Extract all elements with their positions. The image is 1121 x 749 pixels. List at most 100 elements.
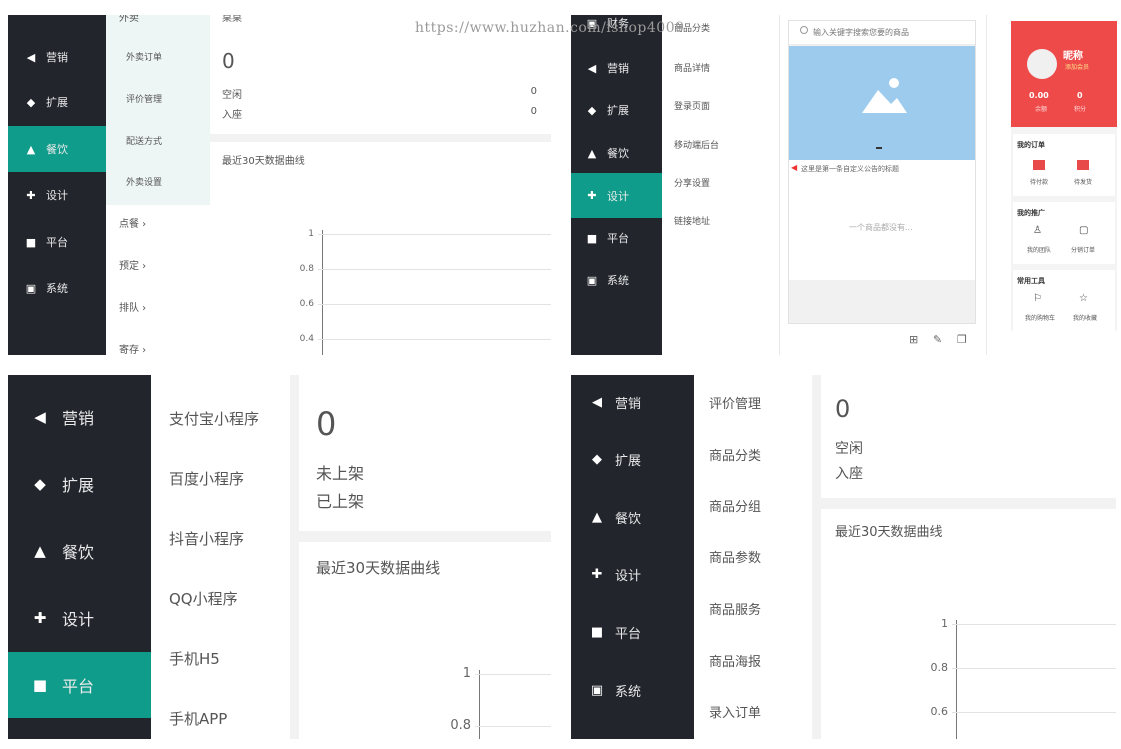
submenu-item-goods-group[interactable]: 商品分组	[709, 496, 761, 515]
profile-card: 昵称 添加会员 0.00 余额 0 积分 我的订单 待付款 待发货 我的推广 ♙…	[1011, 21, 1117, 331]
y-tick-label: 0.6	[930, 705, 949, 719]
nav-system[interactable]: ▣ 系统	[571, 675, 694, 705]
panel-phone-preview: 输入关键字搜索您要的商品 ◀ 这里是第一条自定义公告的标题 一个商品都没有...…	[779, 15, 987, 355]
grid-icon: ■	[32, 676, 48, 694]
nav-catering-label: 餐饮	[46, 143, 68, 156]
dish-icon: ▲	[592, 509, 602, 525]
puzzle-icon: ✚	[591, 566, 603, 582]
nav-catering[interactable]: ▲ 餐饮	[571, 139, 662, 167]
submenu-item-goods-poster[interactable]: 商品海报	[709, 651, 761, 670]
nav-catering-label: 餐饮	[607, 147, 629, 160]
submenu-item-link-address[interactable]: 链接地址	[674, 214, 710, 227]
wallet-icon	[1033, 160, 1045, 170]
nav-platform[interactable]: ■ 平台	[571, 224, 662, 252]
submenu-item-alipay-miniapp[interactable]: 支付宝小程序	[169, 408, 259, 429]
nav-system[interactable]: ▣ 系统	[8, 273, 106, 303]
submenu-item-mobile-h5[interactable]: 手机H5	[169, 648, 220, 669]
notice-bar[interactable]: ◀ 这里是第一条自定义公告的标题	[789, 160, 975, 178]
y-axis-line	[956, 620, 957, 739]
submenu-item-takeout-orders[interactable]: 外卖订单	[126, 50, 162, 63]
submenu-item-takeout-settings[interactable]: 外卖设置	[126, 175, 162, 188]
nav-extend[interactable]: ◆ 扩展	[571, 96, 662, 124]
y-tick-label: 1	[941, 617, 948, 631]
nav-extend[interactable]: ◆ 扩展	[8, 87, 106, 117]
submenu-item-reviews[interactable]: 评价管理	[126, 92, 162, 105]
submenu-item-baidu-miniapp[interactable]: 百度小程序	[169, 468, 244, 489]
stat-big-value: 0	[222, 49, 235, 73]
monitor-icon: ▣	[590, 682, 604, 698]
sidebar: ◀ 营销 ◆ 扩展 ▲ 餐饮 ✚ 设计 ■ 平台 ▣ 系统	[8, 15, 106, 355]
nav-marketing[interactable]: ◀ 营销	[571, 387, 694, 417]
submenu-item-enter-order[interactable]: 录入订单	[709, 702, 761, 721]
star-icon: ☆	[1079, 293, 1088, 304]
nav-platform[interactable]: ■ 平台	[8, 652, 151, 718]
sidebar: ◀ 营销 ◆ 扩展 ▲ 餐饮 ✚ 设计 ■ 平台	[8, 375, 151, 739]
nav-marketing[interactable]: ◀ 营销	[8, 399, 151, 435]
submenu-item-goods-service[interactable]: 商品服务	[709, 599, 761, 618]
y-tick-label: 1	[308, 228, 314, 239]
line-chart: 1 0.8 0.6	[821, 509, 1116, 739]
megaphone-icon: ◀	[791, 163, 798, 172]
nav-catering[interactable]: ▲ 餐饮	[571, 502, 694, 532]
search-bar[interactable]: 输入关键字搜索您要的商品	[789, 21, 975, 45]
grid-icon: ■	[590, 624, 604, 640]
gridline	[952, 668, 1116, 669]
submenu-item-delivery[interactable]: 配送方式	[126, 134, 162, 147]
stat-big-value: 0	[316, 405, 337, 443]
nav-design-label: 设计	[46, 189, 68, 202]
submenu-item-product-detail[interactable]: 商品详情	[674, 61, 710, 74]
qrcode-icon[interactable]: ⊞	[909, 333, 918, 346]
nav-system[interactable]: ▣ 系统	[571, 266, 662, 294]
nav-marketing[interactable]: ◀ 营销	[571, 54, 662, 82]
order-pending-ship[interactable]: 待发货	[1074, 177, 1092, 186]
my-orders-title[interactable]: 我的订单	[1017, 140, 1045, 150]
submenu-item-mobile-app[interactable]: 手机APP	[169, 708, 227, 729]
nav-extend[interactable]: ◆ 扩展	[8, 466, 151, 502]
grid-icon: ■	[586, 231, 598, 245]
tool-cart[interactable]: 我的购物车	[1025, 313, 1055, 322]
submenu-group-order[interactable]: 点餐 ›	[119, 215, 146, 230]
nav-platform[interactable]: ■ 平台	[571, 617, 694, 647]
nav-design[interactable]: ✚ 设计	[8, 180, 106, 210]
nav-design[interactable]: ✚ 设计	[571, 173, 662, 218]
tools-title[interactable]: 常用工具	[1017, 276, 1045, 286]
order-pending-pay[interactable]: 待付款	[1030, 177, 1048, 186]
promo-title[interactable]: 我的推广	[1017, 208, 1045, 218]
submenu-item-share-settings[interactable]: 分享设置	[674, 176, 710, 189]
submenu-item-reviews[interactable]: 评价管理	[709, 393, 761, 412]
nav-platform[interactable]: ■ 平台	[8, 227, 106, 257]
avatar[interactable]	[1027, 49, 1057, 79]
nav-design-label: 设计	[615, 568, 642, 584]
nav-extend[interactable]: ◆ 扩展	[571, 444, 694, 474]
edit-icon[interactable]: ✎	[933, 333, 942, 346]
nav-design[interactable]: ✚ 设计	[8, 600, 151, 636]
divider	[779, 15, 780, 355]
copy-icon[interactable]: ❐	[957, 333, 967, 346]
submenu-item-login-page[interactable]: 登录页面	[674, 99, 710, 112]
submenu-group-storage[interactable]: 寄存 ›	[119, 341, 146, 355]
submenu-item-mobile-admin[interactable]: 移动端后台	[674, 138, 719, 151]
promo-team[interactable]: 我的团队	[1027, 245, 1051, 254]
submenu-item-qq-miniapp[interactable]: QQ小程序	[169, 588, 238, 609]
panel-profile-preview: 昵称 添加会员 0.00 余额 0 积分 我的订单 待付款 待发货 我的推广 ♙…	[987, 15, 1121, 355]
submenu-item-goods-params[interactable]: 商品参数	[709, 547, 761, 566]
submenu-group-reserve[interactable]: 预定 ›	[119, 257, 146, 272]
submenu-group-order-label: 点餐	[119, 219, 139, 230]
search-input[interactable]: 输入关键字搜索您要的商品	[813, 27, 909, 38]
nav-marketing[interactable]: ◀ 营销	[8, 42, 106, 72]
panel-design-menu: ▣ 财务 ◀ 营销 ◆ 扩展 ▲ 餐饮 ✚ 设计 ■ 平台 ▣ 系统 商品分类 …	[571, 15, 779, 355]
promo-orders[interactable]: 分销订单	[1071, 245, 1095, 254]
nav-design[interactable]: ✚ 设计	[571, 559, 694, 589]
cube-icon: ◆	[592, 451, 602, 467]
tool-favorites[interactable]: 我的收藏	[1073, 313, 1097, 322]
submenu-item-douyin-miniapp[interactable]: 抖音小程序	[169, 528, 244, 549]
nav-catering[interactable]: ▲ 餐饮	[8, 126, 106, 172]
image-placeholder-icon	[862, 78, 907, 149]
submenu-item-goods-category[interactable]: 商品分类	[709, 445, 761, 464]
submenu-group-queue-label: 排队	[119, 303, 139, 314]
chart-card: 最近30天数据曲线 1 0.8	[299, 542, 551, 739]
submenu-group-queue[interactable]: 排队 ›	[119, 299, 146, 314]
submenu: 外卖 外卖订单 评价管理 配送方式 外卖设置 点餐 › 预定 › 排队 › 寄存…	[106, 15, 210, 355]
submenu-group-takeout[interactable]: 外卖	[119, 15, 139, 24]
nav-catering[interactable]: ▲ 餐饮	[8, 533, 151, 569]
